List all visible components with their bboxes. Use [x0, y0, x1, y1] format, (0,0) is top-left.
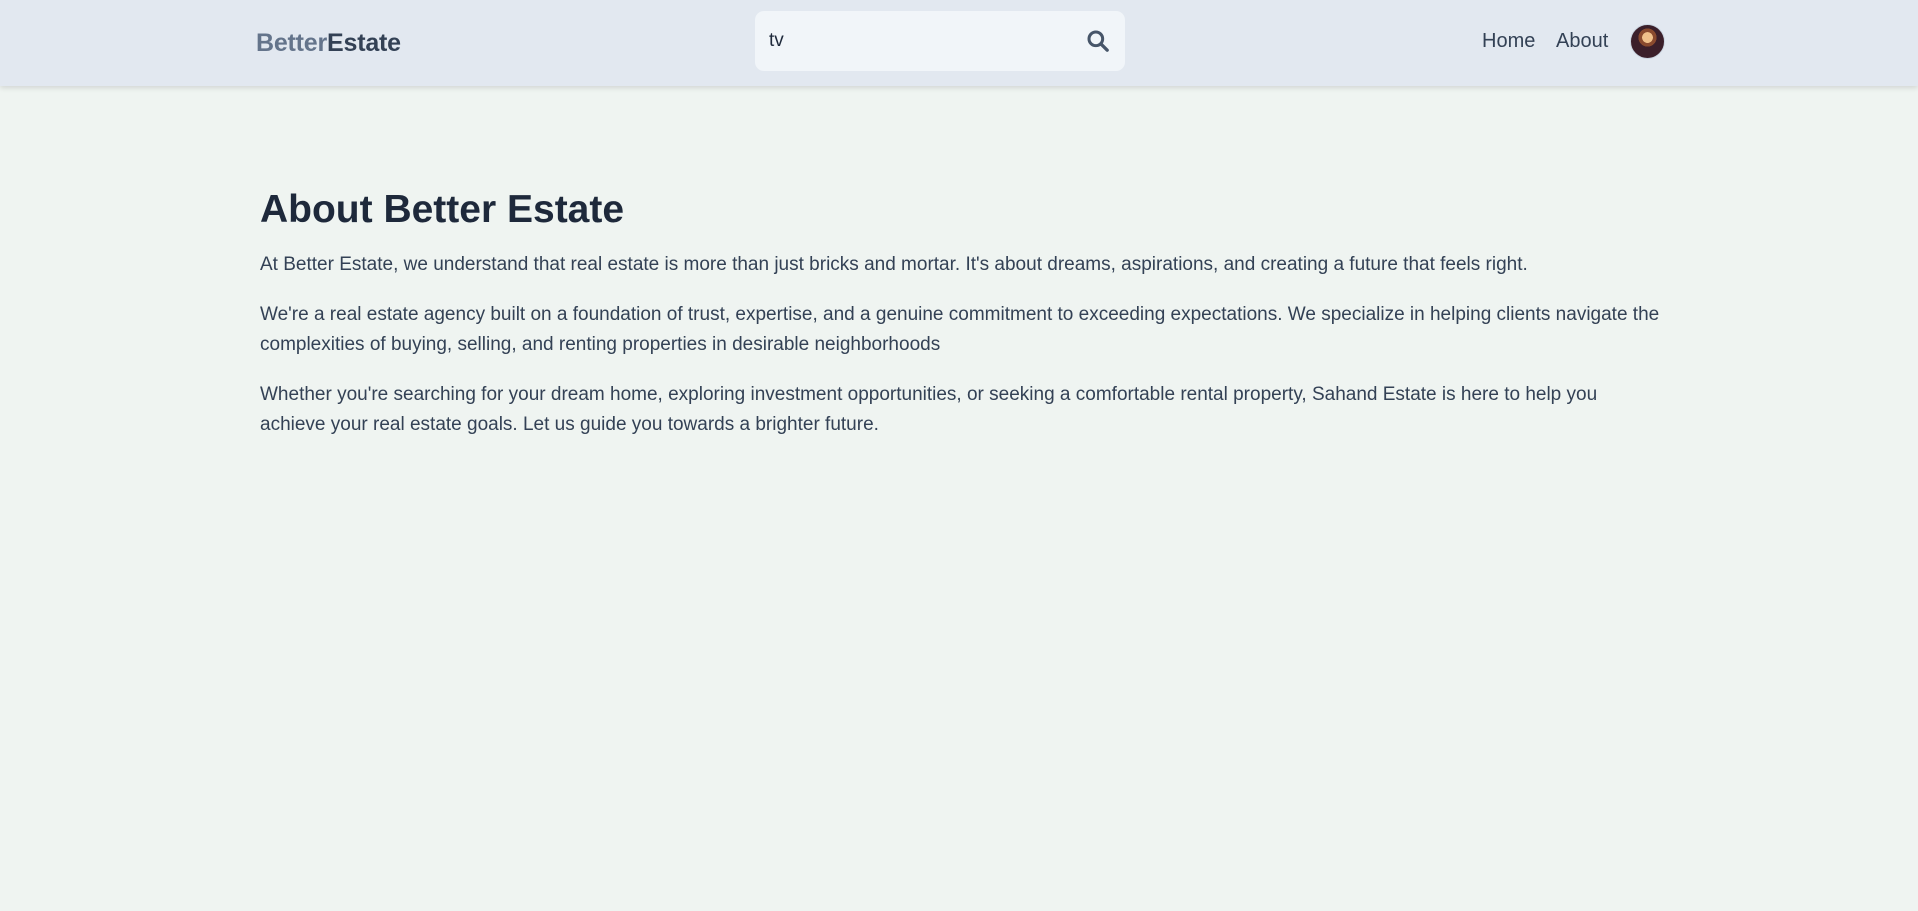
- page-title: About Better Estate: [260, 188, 625, 231]
- nav-link-about[interactable]: About: [1556, 27, 1608, 55]
- about-paragraph-3: Whether you're searching for your dream …: [260, 384, 1598, 435]
- about-paragraph-1: At Better Estate, we understand that rea…: [260, 254, 1528, 275]
- brand-logo-link[interactable]: BetterEstate: [256, 26, 401, 60]
- nav-link-home[interactable]: Home: [1482, 27, 1535, 55]
- top-navbar: BetterEstate Home About: [0, 0, 1918, 86]
- about-paragraph-2: We're a real estate agency built on a fo…: [260, 304, 1660, 355]
- search-input[interactable]: [769, 21, 1069, 61]
- search-icon: [1087, 30, 1109, 52]
- search-form: [755, 11, 1125, 71]
- logo-text-estate: Estate: [327, 29, 401, 57]
- user-avatar[interactable]: [1630, 24, 1665, 59]
- about-section: About Better Estate At Better Estate, we…: [260, 184, 1660, 460]
- search-button[interactable]: [1085, 28, 1111, 54]
- logo-text-better: Better: [256, 29, 328, 57]
